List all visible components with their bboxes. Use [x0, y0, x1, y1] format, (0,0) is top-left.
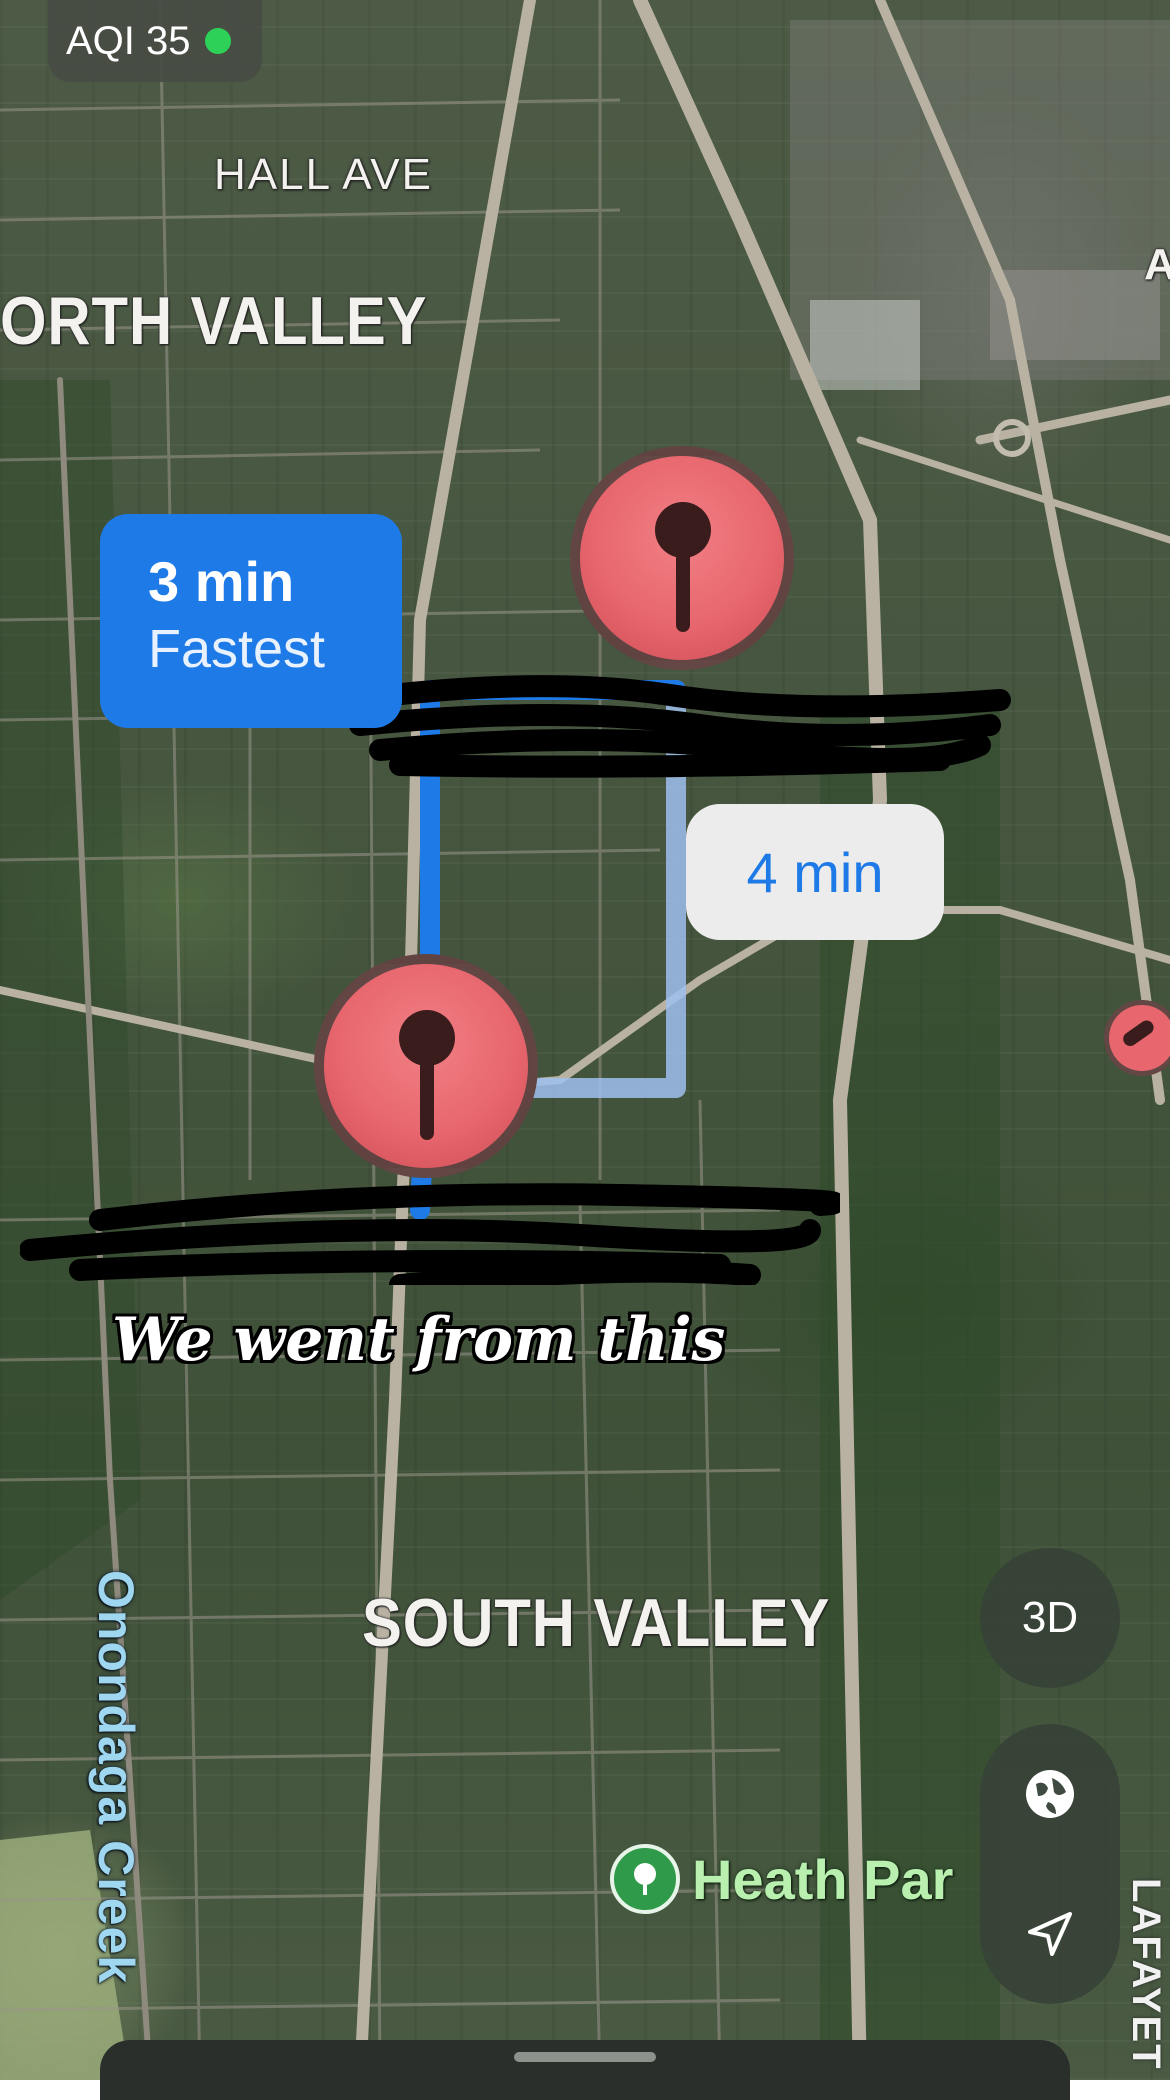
redaction-scribble: [20, 1183, 840, 1285]
street-label-edge: A: [1144, 240, 1170, 289]
tree-icon: [610, 1844, 680, 1914]
destination-pin[interactable]: [570, 446, 794, 670]
bottom-sheet[interactable]: [100, 2040, 1070, 2100]
redaction-scribble: [340, 675, 1011, 778]
park-poi[interactable]: Heath Par: [610, 1844, 953, 1914]
street-label-hall-ave: HALL AVE: [214, 150, 434, 199]
pin-icon-stem: [676, 534, 690, 632]
pill-icon: [1123, 1020, 1154, 1046]
3d-toggle-button[interactable]: 3D: [980, 1548, 1120, 1688]
poi-marker[interactable]: [1104, 1000, 1170, 1076]
fastest-route-duration: 3 min: [148, 550, 295, 613]
creek-label: Onondaga Creek: [88, 1570, 144, 1985]
fastest-route-callout[interactable]: 3 min Fastest: [100, 514, 402, 728]
pin-icon-stem: [420, 1042, 434, 1140]
neighborhood-label-north: ORTH VALLEY: [0, 283, 428, 359]
street-label-lafayette: LAFAYET: [1124, 1878, 1168, 2071]
alternate-route-callout[interactable]: 4 min: [686, 804, 944, 940]
location-arrow-icon: [1028, 1912, 1072, 1956]
fastest-route-tag: Fastest: [148, 619, 326, 679]
3d-label: 3D: [1021, 1593, 1079, 1642]
neighborhood-label-south: SOUTH VALLEY: [362, 1585, 831, 1661]
meme-caption: We went from this: [112, 1305, 726, 1375]
aqi-badge[interactable]: AQI 35: [48, 0, 262, 82]
location-button[interactable]: [980, 1864, 1120, 2004]
aqi-label: AQI 35: [66, 18, 191, 63]
aqi-status-dot: [204, 28, 231, 54]
sheet-grabber[interactable]: [514, 2052, 656, 2062]
alternate-route-duration: 4 min: [746, 840, 884, 904]
map-controls-stack: [980, 1724, 1120, 2004]
origin-pin[interactable]: [314, 954, 538, 1178]
park-label: Heath Par: [692, 1847, 954, 1911]
globe-button[interactable]: [980, 1724, 1120, 1864]
globe-icon: [1026, 1770, 1074, 1818]
